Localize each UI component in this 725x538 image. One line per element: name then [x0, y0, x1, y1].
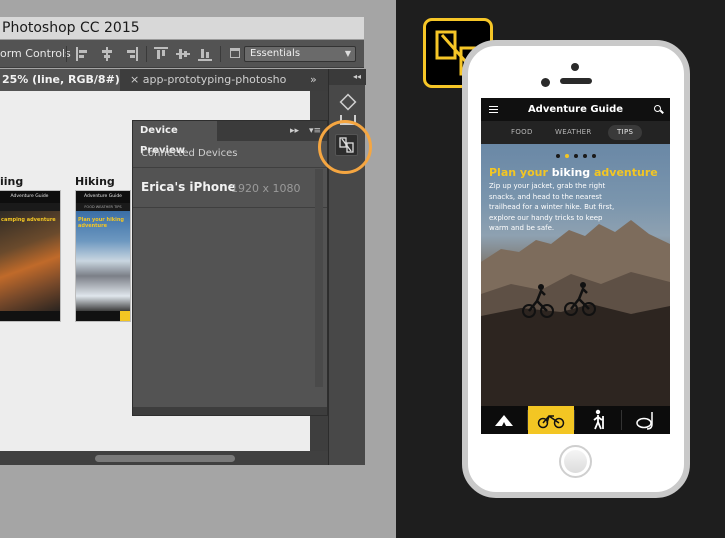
thumb-hero-image: camping adventure	[0, 211, 60, 311]
more-tabs-icon[interactable]: »	[310, 69, 317, 91]
3d-cube-icon[interactable]	[339, 93, 357, 111]
options-separator	[66, 46, 67, 62]
artboard-label-camping: iing	[0, 175, 24, 188]
thumb-header: Adventure Guide	[76, 191, 130, 203]
app-tabs: FOOD WEATHER TIPS	[481, 121, 670, 144]
bike-icon	[537, 414, 565, 429]
tab-weather[interactable]: WEATHER	[555, 121, 592, 144]
align-bottom-icon[interactable]	[198, 47, 212, 61]
camp-icon	[495, 415, 513, 426]
nav-snorkel[interactable]	[622, 406, 670, 434]
connected-devices-label: Connected Devices	[141, 148, 238, 159]
device-preview-title[interactable]: Device Preview	[133, 121, 217, 156]
options-separator	[220, 46, 221, 62]
options-bar: orm Controls Essentials ▼	[0, 40, 364, 68]
workspace-icon	[230, 48, 240, 58]
phone-speaker	[560, 78, 592, 84]
carousel-dot-active[interactable]	[565, 154, 569, 158]
thumb-app-title: Adventure Guide	[84, 194, 122, 199]
divider	[133, 207, 327, 208]
artboard-label-hiking: Hiking	[75, 175, 115, 188]
expand-panel-icon[interactable]: ▸▸	[290, 121, 299, 141]
phone-screen: Adventure Guide FOOD WEATHER TIPS Plan y…	[481, 98, 670, 434]
thumb-tabs	[0, 203, 60, 211]
align-top-icon[interactable]	[154, 47, 168, 61]
options-separator	[146, 46, 147, 62]
app-header: Adventure Guide	[481, 98, 670, 121]
phone-camera	[571, 63, 579, 71]
phone-sensor	[541, 78, 550, 87]
divider	[133, 167, 327, 168]
thumb-hero-title: camping adventure	[1, 217, 56, 223]
collapse-dock-icon[interactable]: ◂◂	[329, 69, 366, 85]
tab-food[interactable]: FOOD	[511, 121, 533, 144]
thumb-tabs-label: FOOD WEATHER TIPS	[84, 205, 122, 209]
device-name[interactable]: Erica's iPhone	[141, 180, 236, 194]
thumb-footer	[76, 311, 130, 321]
app-title-bar: Photoshop CC 2015	[0, 17, 364, 40]
transform-controls-label[interactable]: orm Controls	[0, 40, 71, 68]
hero-image: Plan your biking adventure Zip up your j…	[481, 144, 670, 406]
home-button[interactable]	[559, 445, 592, 478]
app-footer-nav	[481, 406, 670, 434]
device-preview-panel: Device Preview ▸▸ ▾≡ Connected Devices E…	[132, 120, 328, 416]
document-tabs: 25% (line, RGB/8#) * × app-prototyping-p…	[0, 69, 330, 108]
app-title: Photoshop CC 2015	[2, 20, 140, 36]
thumb-app-title: Adventure Guide	[10, 194, 49, 199]
device-resolution: 1920 x 1080	[231, 182, 301, 195]
close-icon[interactable]: ×	[130, 73, 139, 86]
thumb-footer	[0, 311, 60, 321]
search-icon[interactable]	[654, 105, 661, 112]
nav-camp[interactable]	[481, 406, 527, 434]
align-right-icon[interactable]	[124, 47, 138, 61]
footer-divider	[574, 410, 575, 430]
carousel-dot[interactable]	[583, 154, 587, 158]
hike-icon	[593, 409, 604, 430]
align-middle-icon[interactable]	[176, 47, 190, 61]
align-center-icon[interactable]	[100, 47, 114, 61]
hero-title: Plan your biking adventure	[489, 166, 658, 179]
nav-hike[interactable]	[575, 406, 621, 434]
carousel-dot[interactable]	[556, 154, 560, 158]
hero-title-start: Plan your	[489, 166, 552, 179]
carousel-indicator	[556, 154, 596, 159]
app-title: Adventure Guide	[527, 104, 624, 115]
device-preview-header: Device Preview ▸▸ ▾≡	[133, 121, 327, 156]
workspace-value: Essentials	[250, 48, 301, 59]
workspace-select[interactable]: Essentials ▼	[244, 46, 356, 62]
thumb-header: Adventure Guide	[0, 191, 60, 203]
footer-divider	[527, 410, 528, 430]
highlight-ring	[318, 120, 372, 174]
thumb-hero-image: Plan your hiking adventure	[76, 211, 130, 311]
align-left-icon[interactable]	[76, 47, 90, 61]
nav-bike[interactable]	[528, 406, 574, 434]
thumb-hero-title: Plan your hiking adventure	[78, 217, 124, 229]
artboard-thumbnail-camping[interactable]: Adventure Guide camping adventure	[0, 190, 61, 322]
hero-body: Zip up your jacket, grab the right snack…	[489, 182, 615, 232]
tab-inactive-label: app-prototyping-photosho	[142, 73, 287, 86]
artboard-thumbnail-hiking[interactable]: Adventure Guide FOOD WEATHER TIPS Plan y…	[75, 190, 131, 322]
thumb-footer-selected	[120, 311, 130, 321]
footer-divider	[621, 410, 622, 430]
thumb-tabs: FOOD WEATHER TIPS	[76, 203, 130, 211]
tab-active-document[interactable]: 25% (line, RGB/8#) *	[0, 69, 120, 108]
panel-scrollbar[interactable]	[315, 169, 323, 387]
carousel-dot[interactable]	[574, 154, 578, 158]
chevron-down-icon: ▼	[344, 49, 351, 58]
panel-resize-handle[interactable]	[133, 407, 327, 415]
tab-tips[interactable]: TIPS	[608, 125, 643, 140]
bikers-silhouette	[522, 282, 596, 318]
tab-app-prototyping[interactable]: × app-prototyping-photosho	[126, 69, 306, 91]
snorkel-icon	[636, 412, 653, 430]
hero-title-end: adventure	[590, 166, 658, 179]
hero-title-highlight: biking	[551, 166, 591, 179]
horizontal-scroll-thumb[interactable]	[95, 455, 235, 462]
carousel-dot[interactable]	[592, 154, 596, 158]
